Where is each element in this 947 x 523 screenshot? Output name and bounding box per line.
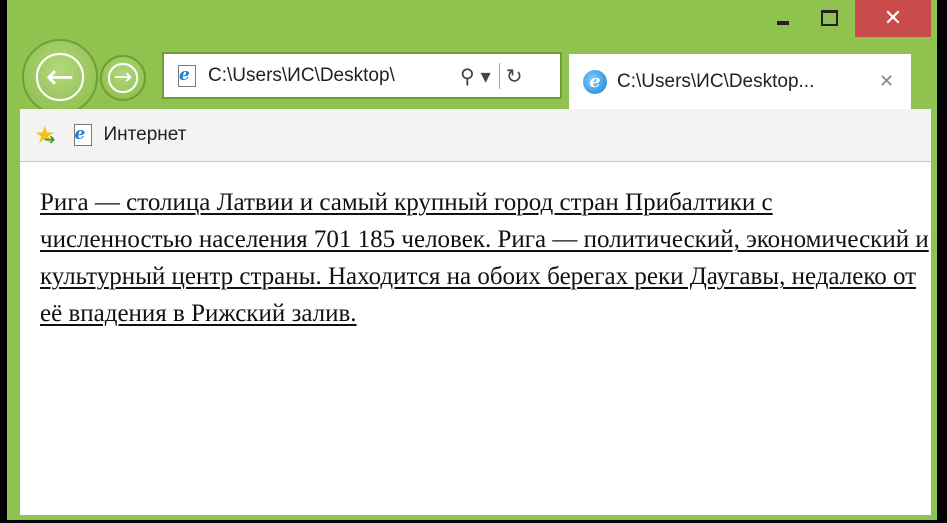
arrow-right-icon: →: [113, 65, 133, 90]
minimize-button[interactable]: [764, 0, 802, 36]
ie-page-icon: e: [176, 64, 198, 87]
close-icon: ✕: [883, 6, 903, 31]
ie-link-icon: e: [72, 124, 94, 146]
content-link-text[interactable]: Рига — столица Латвии и самый крупный го…: [40, 184, 930, 332]
refresh-icon[interactable]: ↻: [506, 66, 523, 86]
forward-button[interactable]: →: [100, 55, 146, 101]
minimize-icon: [777, 21, 789, 25]
address-url[interactable]: C:\Users\ИС\Desktop\: [208, 65, 454, 87]
address-divider: [498, 62, 500, 89]
ie-tab-icon: e: [583, 69, 607, 94]
arrow-left-icon: ←: [45, 57, 75, 97]
add-favorite-button[interactable]: ★ ➜: [34, 123, 56, 147]
add-arrow-icon: ➜: [44, 132, 56, 148]
address-bar[interactable]: e C:\Users\ИС\Desktop\ ⚲ ▾ ↻: [162, 52, 562, 99]
chevron-down-icon[interactable]: ▾: [481, 66, 491, 86]
maximize-icon: [820, 10, 838, 26]
tab-title: C:\Users\ИС\Desktop...: [617, 70, 815, 92]
close-button[interactable]: ✕: [855, 0, 931, 37]
tab-active[interactable]: e C:\Users\ИС\Desktop... ✕: [569, 54, 911, 109]
tab-close-icon[interactable]: ✕: [879, 71, 894, 92]
maximize-button[interactable]: [808, 0, 850, 36]
favorites-bar: ★ ➜ e Интернет: [20, 109, 931, 162]
page-content: Рига — столица Латвии и самый крупный го…: [20, 162, 931, 515]
browser-window: ✕ ← → e C:\Users\ИС\Desktop\ ⚲ ▾ ↻ e C:\…: [7, 0, 937, 520]
search-icon[interactable]: ⚲: [460, 66, 475, 86]
back-button[interactable]: ←: [22, 39, 98, 115]
favorite-link-internet[interactable]: Интернет: [104, 124, 187, 146]
